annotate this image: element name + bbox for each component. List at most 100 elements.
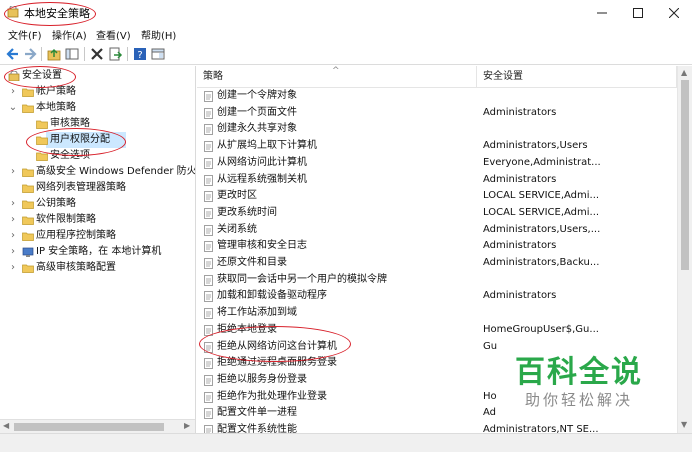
column-header-setting[interactable]: 安全设置: [477, 66, 677, 88]
policy-setting: Administrators: [483, 240, 557, 252]
policy-icon: [204, 391, 213, 403]
list-vertical-scrollbar[interactable]: ▲ ▼: [677, 66, 692, 433]
collapse-chevron-icon[interactable]: ⌄: [8, 100, 18, 116]
policy-setting: Administrators: [483, 290, 557, 302]
tree-node[interactable]: 安全设置: [0, 68, 195, 84]
policy-name: 将工作站添加到域: [217, 307, 297, 319]
tree-node-label: 本地策略: [36, 102, 76, 113]
tree-node-label: 公钥策略: [36, 198, 76, 209]
policy-icon: [204, 224, 213, 236]
tree-node[interactable]: 安全选项: [0, 148, 195, 164]
scroll-left-icon[interactable]: ◀: [3, 421, 9, 430]
policy-icon: [204, 207, 213, 219]
tree-node-label: 安全设置: [22, 70, 62, 81]
policy-row[interactable]: 获取同一会话中另一个用户的模拟令牌: [197, 272, 677, 289]
tree-horizontal-scrollbar[interactable]: ◀ ▶: [0, 419, 195, 434]
policy-row[interactable]: 创建一个页面文件 Administrators: [197, 105, 677, 122]
tree-node-label: 网络列表管理器策略: [36, 182, 126, 193]
tree-node[interactable]: › 应用程序控制策略: [0, 228, 195, 244]
policy-setting: Administrators: [483, 173, 557, 185]
expand-chevron-icon[interactable]: ›: [8, 164, 18, 180]
policy-setting: Administrators,Users: [483, 140, 588, 152]
tree-node-label: 软件限制策略: [36, 214, 96, 225]
expand-chevron-icon[interactable]: ›: [8, 196, 18, 212]
tree-node[interactable]: 网络列表管理器策略: [0, 180, 195, 196]
policy-row[interactable]: 更改时区 LOCAL SERVICE,Admi...: [197, 188, 677, 205]
show-hide-tree-icon[interactable]: [64, 46, 80, 62]
policy-row[interactable]: 管理审核和安全日志 Administrators: [197, 238, 677, 255]
policy-name: 拒绝本地登录: [217, 323, 277, 335]
expand-chevron-icon[interactable]: ›: [8, 260, 18, 276]
policy-row[interactable]: 将工作站添加到域: [197, 305, 677, 322]
help-icon[interactable]: ?: [132, 46, 148, 62]
watermark: 百科全说 助你轻松解决: [515, 356, 665, 410]
policy-name: 从扩展坞上取下计算机: [217, 140, 317, 152]
policy-row[interactable]: 从扩展坞上取下计算机 Administrators,Users: [197, 138, 677, 155]
menu-view[interactable]: 查看(V): [96, 27, 131, 42]
policy-row[interactable]: 加载和卸载设备驱动程序 Administrators: [197, 288, 677, 305]
policy-icon: [204, 124, 213, 136]
menu-help[interactable]: 帮助(H): [141, 27, 176, 42]
tree-node[interactable]: › 软件限制策略: [0, 212, 195, 228]
column-header-policy[interactable]: 策略 ^: [197, 66, 477, 88]
folder-icon: [22, 88, 34, 97]
watermark-subtitle: 助你轻松解决: [525, 391, 634, 409]
policy-setting: Gu: [483, 340, 498, 352]
tree-node[interactable]: › 高级安全 Windows Defender 防火墙: [0, 164, 195, 180]
tree-node[interactable]: › IP 安全策略，在 本地计算机: [0, 244, 195, 260]
folder-open-icon: [22, 104, 34, 113]
policy-setting: HomeGroupUser$,Gu...: [483, 323, 599, 335]
maximize-button[interactable]: [620, 0, 656, 24]
policy-row[interactable]: 更改系统时间 LOCAL SERVICE,Admi...: [197, 205, 677, 222]
status-bar: [0, 433, 692, 452]
title-bar: 本地安全策略: [0, 0, 692, 24]
policy-row[interactable]: 拒绝从网络访问这台计算机 Gu: [197, 339, 677, 356]
policy-row[interactable]: 从远程系统强制关机 Administrators: [197, 172, 677, 189]
policy-name: 创建一个令牌对象: [217, 90, 297, 101]
tree-node[interactable]: ⌄ 本地策略: [0, 100, 195, 116]
policy-icon: [204, 258, 213, 269]
policy-name: 获取同一会话中另一个用户的模拟令牌: [217, 273, 387, 285]
policy-row[interactable]: 从网络访问此计算机 Everyone,Administrat...: [197, 155, 677, 172]
policy-row[interactable]: 拒绝本地登录 HomeGroupUser$,Gu...: [197, 322, 677, 339]
tree-node[interactable]: 用户权限分配: [0, 132, 195, 148]
up-folder-icon[interactable]: [46, 46, 62, 62]
expand-chevron-icon[interactable]: ›: [8, 212, 18, 228]
policy-row[interactable]: 关闭系统 Administrators,Users,...: [197, 222, 677, 239]
folder-icon: [22, 184, 34, 193]
minimize-button[interactable]: [584, 0, 620, 24]
maximize-icon: [633, 7, 643, 18]
scroll-up-icon[interactable]: ▲: [681, 68, 687, 77]
policy-row[interactable]: 创建一个令牌对象: [197, 88, 677, 105]
delete-icon[interactable]: [89, 46, 105, 62]
forward-arrow-icon[interactable]: [22, 46, 38, 62]
tree-node[interactable]: › 公钥策略: [0, 196, 195, 212]
policy-name: 配置文件单一进程: [217, 407, 297, 419]
policy-row[interactable]: 还原文件和目录 Administrators,Backu...: [197, 255, 677, 272]
menu-file[interactable]: 文件(F): [8, 27, 42, 42]
expand-chevron-icon[interactable]: ›: [8, 244, 18, 260]
tree-node[interactable]: 审核策略: [0, 116, 195, 132]
tree-node-label: 高级审核策略配置: [36, 262, 116, 273]
policy-setting: Everyone,Administrat...: [483, 156, 601, 168]
expand-chevron-icon[interactable]: ›: [8, 228, 18, 244]
folder-icon: [36, 152, 48, 161]
scroll-right-icon[interactable]: ▶: [184, 421, 190, 430]
folder-icon: [36, 120, 48, 129]
export-icon[interactable]: [107, 46, 123, 62]
scroll-down-icon[interactable]: ▼: [681, 420, 687, 429]
tree-node[interactable]: › 高级审核策略配置: [0, 260, 195, 276]
policy-row[interactable]: 创建永久共享对象: [197, 121, 677, 138]
properties-icon[interactable]: [150, 46, 166, 62]
scrollbar-thumb[interactable]: [14, 423, 164, 431]
close-button[interactable]: [656, 0, 692, 24]
expand-chevron-icon[interactable]: ›: [8, 84, 18, 100]
tree-node-label: 安全选项: [50, 150, 90, 161]
tree-node-label: 高级安全 Windows Defender 防火墙: [36, 166, 196, 177]
scrollbar-thumb[interactable]: [681, 80, 689, 270]
policy-icon: [204, 408, 213, 420]
menu-action[interactable]: 操作(A): [52, 27, 87, 42]
folder-icon: [22, 216, 34, 225]
tree-node[interactable]: › 帐户策略: [0, 84, 195, 100]
back-arrow-icon[interactable]: [5, 46, 21, 62]
